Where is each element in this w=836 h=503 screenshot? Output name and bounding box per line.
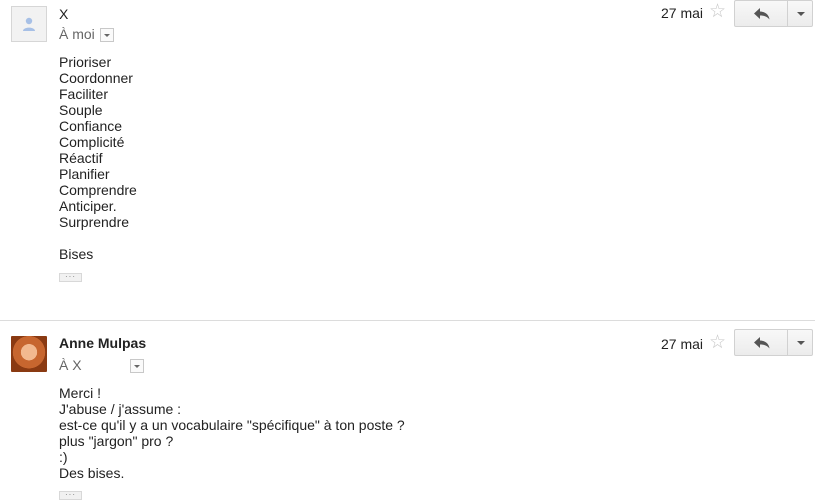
recipient-details-toggle[interactable] [129, 359, 144, 374]
body-line: Comprendre [59, 182, 137, 198]
recipient-line: À X [59, 357, 144, 374]
body-line: :) [59, 449, 68, 465]
ellipsis-icon: ··· [65, 490, 76, 499]
reply-button[interactable] [734, 329, 788, 356]
sender-name[interactable]: Anne Mulpas [59, 335, 146, 351]
body-line: J'abuse / j'assume : [59, 401, 182, 417]
body-line: Planifier [59, 166, 110, 182]
body-line: Prioriser [59, 54, 112, 70]
recipient-line: À moi [59, 26, 114, 43]
reply-button[interactable] [734, 0, 788, 27]
body-line: Confiance [59, 118, 123, 134]
email-thread: X À moi 27 mai ☆ Prioriser Coordonner Fa… [0, 0, 836, 503]
body-line: Réactif [59, 150, 103, 166]
body-line: Complicité [59, 134, 125, 150]
recipient-details-toggle[interactable] [99, 28, 114, 43]
body-line: Faciliter [59, 86, 109, 102]
avatar[interactable] [11, 6, 47, 42]
reply-arrow-icon [754, 337, 770, 349]
reply-arrow-icon [754, 8, 770, 20]
message-body: Prioriser Coordonner Faciliter Souple Co… [59, 54, 137, 262]
more-actions-button[interactable] [787, 329, 813, 356]
ellipsis-icon: ··· [65, 272, 76, 281]
chevron-down-icon [797, 12, 805, 16]
recipient-text: À moi [59, 26, 95, 42]
body-line: Des bises. [59, 465, 125, 481]
message-body: Merci ! J'abuse / j'assume : est-ce qu'i… [59, 385, 405, 481]
message-date: 27 mai [661, 5, 704, 21]
body-line: Surprendre [59, 214, 130, 230]
show-trimmed-content-button[interactable]: ··· [59, 273, 82, 282]
show-trimmed-content-button[interactable]: ··· [59, 491, 82, 500]
body-line [59, 230, 137, 246]
message-date: 27 mai [661, 336, 704, 352]
default-person-icon [23, 17, 35, 31]
sender-name[interactable]: X [59, 6, 68, 22]
body-line: Merci ! [59, 385, 101, 401]
email-message: Anne Mulpas À X 27 mai ☆ Merci ! J'abuse… [0, 321, 836, 503]
more-actions-button[interactable] [787, 0, 813, 27]
body-line: Coordonner [59, 70, 133, 86]
chevron-down-icon [797, 341, 805, 345]
body-line: Anticiper. [59, 198, 117, 214]
email-message: X À moi 27 mai ☆ Prioriser Coordonner Fa… [0, 0, 836, 320]
star-icon[interactable]: ☆ [709, 2, 726, 21]
body-line: Souple [59, 102, 103, 118]
body-line: Bises [59, 246, 94, 262]
avatar[interactable] [11, 336, 47, 372]
recipient-text: À X [59, 357, 82, 373]
body-line: plus "jargon" pro ? [59, 433, 174, 449]
star-icon[interactable]: ☆ [709, 333, 726, 352]
body-line: est-ce qu'il y a un vocabulaire "spécifi… [59, 417, 405, 433]
